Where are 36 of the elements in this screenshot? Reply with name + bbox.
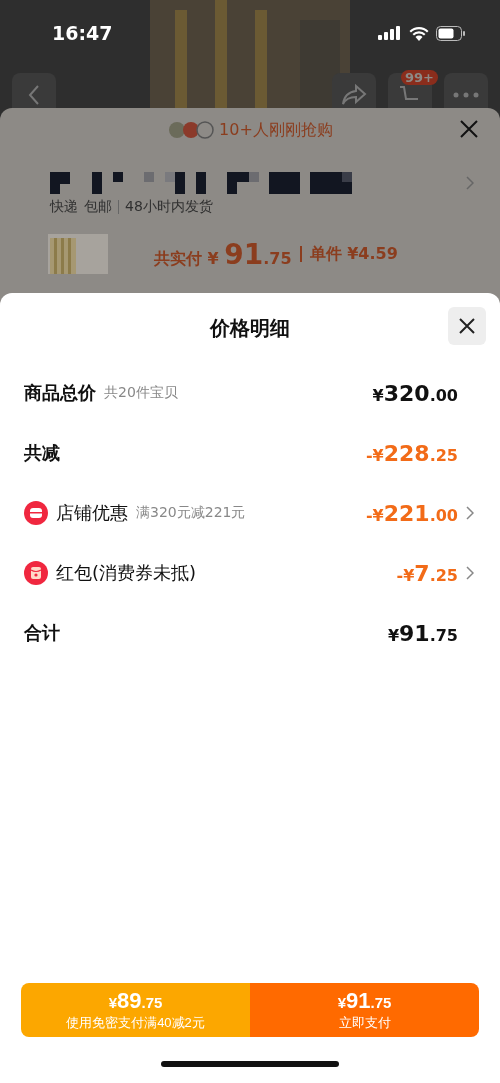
row-label: 合计: [24, 621, 60, 645]
row-label: 共减: [24, 441, 60, 465]
password-free-pay-button[interactable]: ¥89.75 使用免密支付满40减2元: [21, 983, 250, 1037]
chevron-right-icon: [466, 176, 474, 190]
status-time: 16:47: [52, 22, 113, 44]
unit-price-text: 单件 ¥4.59: [309, 243, 398, 265]
row-label: 店铺优惠: [56, 501, 128, 525]
close-icon: [459, 318, 475, 334]
row-label: 红包(消费券未抵): [56, 561, 197, 585]
row-amount: -¥221.00: [365, 500, 458, 526]
row-amount: -¥7.25: [396, 560, 458, 586]
share-icon: [341, 84, 367, 106]
total-paid-text: 共实付 ¥ 91.75: [154, 237, 292, 271]
signal-icon: [378, 26, 402, 40]
more-icon: [453, 92, 479, 98]
row-amount: -¥228.25: [365, 440, 458, 466]
pay-now-button[interactable]: ¥91.75 立即支付: [250, 983, 479, 1037]
close-button[interactable]: [448, 307, 486, 345]
row-note: 满320元减221元: [136, 504, 246, 522]
shipping-time: 48小时内发货: [125, 198, 213, 216]
battery-icon: [436, 25, 466, 41]
wifi-icon: [409, 25, 429, 41]
cart-badge: 99+: [401, 70, 438, 85]
envelope-icon: [24, 561, 48, 585]
shipping-tag: 快递: [50, 198, 78, 216]
row-label: 商品总价: [24, 381, 96, 405]
close-icon: [459, 119, 479, 139]
sheet-title: 价格明细: [210, 314, 290, 342]
row-amount: ¥320.00: [372, 380, 458, 406]
row-amount: ¥91.75: [387, 620, 458, 646]
store-icon: [24, 501, 48, 525]
row-note: 共20件宝贝: [104, 384, 178, 402]
shipping-tag: 包邮: [84, 198, 112, 216]
back-icon: [27, 84, 41, 106]
social-proof-text: 10+人刚刚抢购: [219, 119, 333, 141]
avatars-icon: [167, 119, 216, 141]
